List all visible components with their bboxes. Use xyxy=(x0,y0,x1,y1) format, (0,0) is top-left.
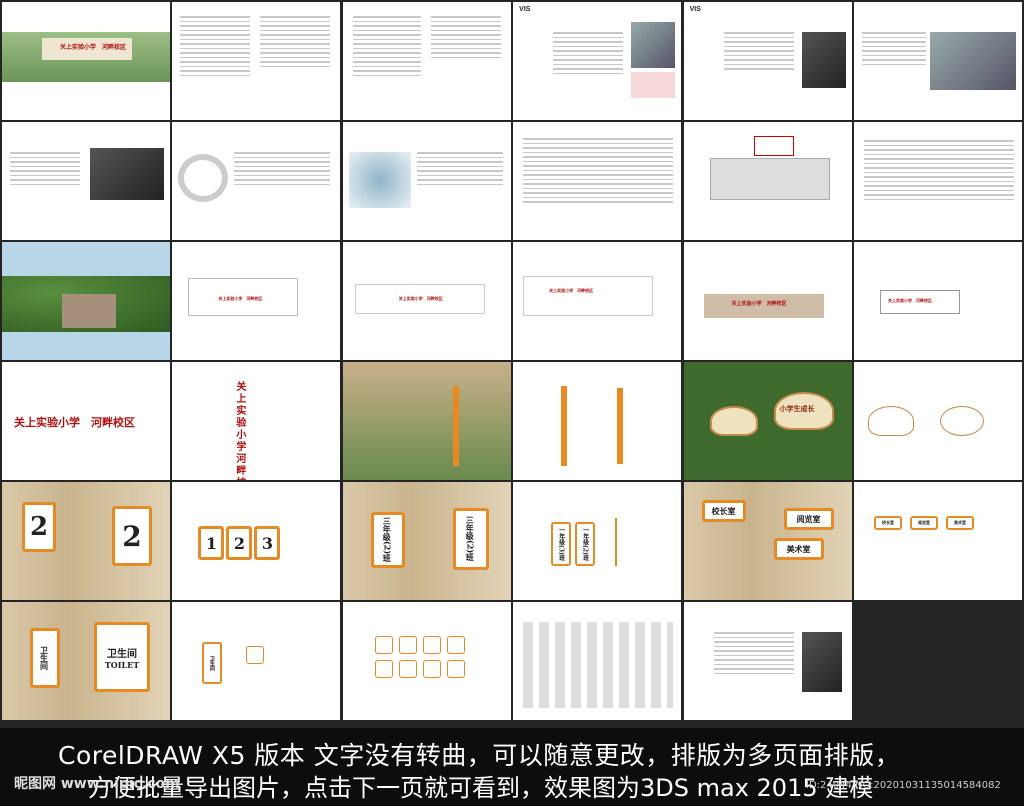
page-thumb-elevation-1[interactable]: 关上实验小学 河畔校区 xyxy=(172,242,341,360)
room-sign: 校长室 xyxy=(873,516,902,530)
toilet-sign-en: TOILET xyxy=(104,659,140,670)
page-thumb-text-2[interactable] xyxy=(342,2,511,120)
pictogram xyxy=(374,660,393,678)
page-header: VIS xyxy=(519,6,531,13)
elevation-title: 关上实验小学 河畔校区 xyxy=(218,296,263,301)
pictogram xyxy=(422,660,441,678)
room-sign: 美术室 xyxy=(773,538,824,560)
page-thumb-standing-sign[interactable] xyxy=(342,362,511,480)
page-thumb-text-4[interactable] xyxy=(853,122,1022,240)
page-thumb-class-signs[interactable]: 一年级(3)班 一年级(2)班 xyxy=(513,482,682,600)
page-thumb-intro[interactable]: VIS xyxy=(513,2,682,120)
page-thumb-toilet-drawing[interactable]: 卫生间 xyxy=(172,602,341,720)
page-thumb-pictograms[interactable] xyxy=(342,602,511,720)
pictogram xyxy=(246,646,265,664)
page-thumb-toilet-render[interactable]: 卫生间 卫生间 TOILET xyxy=(2,602,170,720)
elevation-title-3: 关上实验小学 河畔校区 xyxy=(549,288,594,293)
number-sign: 2 xyxy=(226,526,253,560)
page-thumb-gate-render[interactable] xyxy=(2,242,170,360)
pictogram xyxy=(446,660,465,678)
class-sign: 一年级(2)班 xyxy=(575,522,596,566)
number-sign: 3 xyxy=(254,526,281,560)
vertical-sign-text: 关上实验小学 河畔校区 xyxy=(236,382,247,480)
elevation-title-2: 关上实验小学 河畔校区 xyxy=(398,296,443,301)
room-sign: 阅览室 xyxy=(783,508,834,530)
page-thumbnail-grid: 关上实验小学 河畔校区 VIS VIS 关上实验小学 河畔校区 关上实验小学 河… xyxy=(0,0,1024,728)
page-thumb-elevation-3[interactable]: 关上实验小学 河畔校区 xyxy=(513,242,682,360)
page-thumb-photo-1[interactable]: VIS xyxy=(683,2,852,120)
toilet-sign-cn: 卫生间 xyxy=(107,648,137,660)
page-thumb-room-sign-render[interactable]: 校长室 阅览室 美术室 xyxy=(683,482,852,600)
number-sign: 2 xyxy=(22,502,56,552)
pictogram xyxy=(374,636,393,654)
page-thumb-number-signs[interactable]: 1 2 3 xyxy=(172,482,341,600)
page-thumb-class-sign-render[interactable]: 三年级(2)班 三年级(2)班 xyxy=(342,482,511,600)
pictogram xyxy=(398,660,417,678)
stone-wall-title: 关上实验小学 河畔校区 xyxy=(731,301,787,307)
page-thumb-photo-2[interactable] xyxy=(853,2,1022,120)
toilet-sign-large: 卫生间 TOILET xyxy=(94,622,150,692)
page-thumb-number-sign-render[interactable]: 2 2 xyxy=(2,482,170,600)
title-banner: 关上实验小学 河畔校区 xyxy=(14,416,135,429)
pictogram xyxy=(422,636,441,654)
pictogram xyxy=(398,636,417,654)
page-thumb-text-3[interactable] xyxy=(513,122,682,240)
mushroom-sign-text: 小学生成长 xyxy=(779,404,815,413)
page-thumb-title-banner[interactable]: 关上实验小学 河畔校区 xyxy=(2,362,170,480)
cover-title: 关上实验小学 河畔校区 xyxy=(60,44,127,51)
class-sign: 一年级(3)班 xyxy=(551,522,572,566)
class-sign: 三年级(2)班 xyxy=(452,508,489,570)
pictogram xyxy=(446,636,465,654)
page-thumb-vertical-sign[interactable]: 关上实验小学 河畔校区 xyxy=(172,362,341,480)
page-thumb-stone-wall[interactable]: 关上实验小学 河畔校区 xyxy=(683,242,852,360)
page-thumb-totem[interactable] xyxy=(513,362,682,480)
page-thumb-mindmap[interactable] xyxy=(342,122,511,240)
page-thumb-site-plan[interactable] xyxy=(683,122,852,240)
watermark: 昵图网 www.nipic.com xyxy=(14,776,180,792)
room-sign: 校长室 xyxy=(701,500,746,522)
page-header: VIS xyxy=(689,6,701,13)
page-thumb-logos[interactable] xyxy=(513,602,682,720)
page-thumb-line-drawing[interactable]: 关上实验小学 河畔校区 xyxy=(853,242,1022,360)
page-thumb-text-1[interactable] xyxy=(172,2,341,120)
line-drawing-title: 关上实验小学 河畔校区 xyxy=(887,298,932,303)
page-thumb-mushroom-drawing[interactable] xyxy=(853,362,1022,480)
class-sign: 三年级(2)班 xyxy=(370,512,405,568)
caption-line-2: 方便批量导出图片，点击下一页就可看到，效果图为3DS max 2015 建模 xyxy=(88,774,874,802)
page-thumb-room-signs[interactable]: 校长室 阅览室 美术室 xyxy=(853,482,1022,600)
number-sign: 1 xyxy=(198,526,225,560)
number-sign: 2 xyxy=(112,506,152,566)
room-sign: 美术室 xyxy=(945,516,974,530)
toilet-sign: 卫生间 xyxy=(30,628,60,688)
page-thumb-elevation-2[interactable]: 关上实验小学 河畔校区 xyxy=(342,242,511,360)
page-thumb-rings[interactable] xyxy=(172,122,341,240)
image-id: ID:24044 NO:20201031135014584082 xyxy=(806,780,1001,791)
page-thumb-photo-3[interactable] xyxy=(2,122,170,240)
room-sign: 阅览室 xyxy=(909,516,938,530)
toilet-sign: 卫生间 xyxy=(202,642,223,684)
page-thumb-mushroom-render[interactable]: 小学生成长 xyxy=(683,362,852,480)
caption-line-1: CorelDRAW X5 版本 文字没有转曲，可以随意更改，排版为多页面排版， xyxy=(58,741,901,770)
caption-bar: CorelDRAW X5 版本 文字没有转曲，可以随意更改，排版为多页面排版， … xyxy=(0,728,1024,806)
page-thumb-cover[interactable]: 关上实验小学 河畔校区 xyxy=(2,2,170,120)
page-thumb-closing[interactable] xyxy=(683,602,852,720)
